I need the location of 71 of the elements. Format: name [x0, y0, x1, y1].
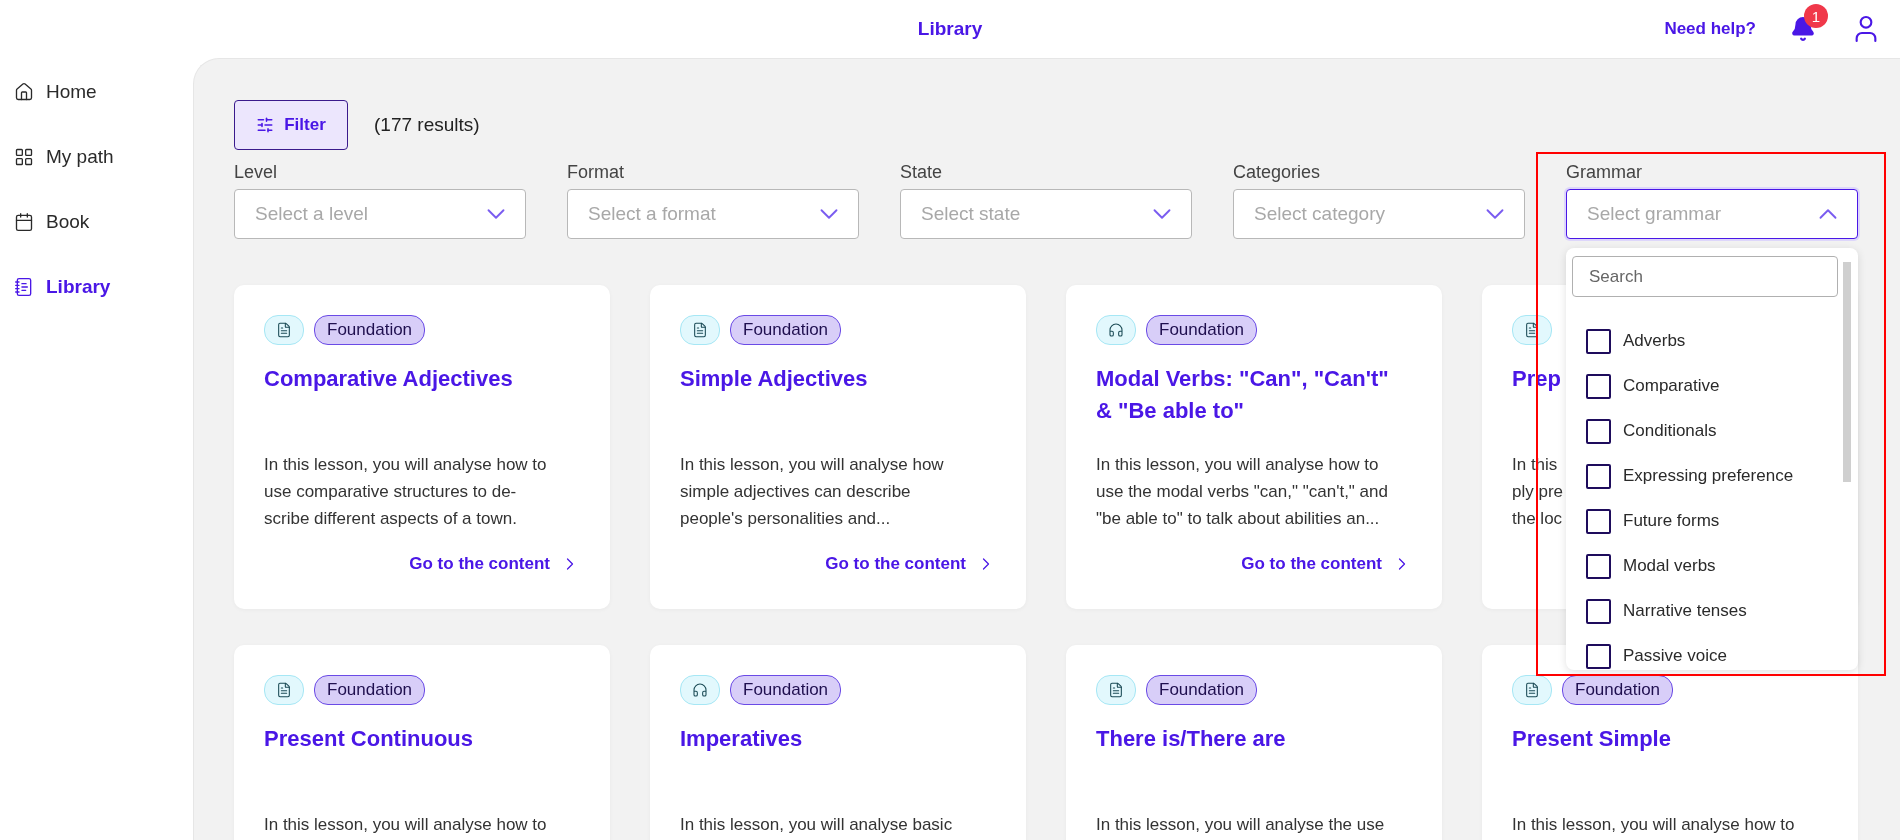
option-item[interactable]: Expressing preference: [1586, 462, 1842, 490]
lesson-title: Imperatives: [680, 725, 803, 753]
scrollbar-thumb[interactable]: [1843, 262, 1851, 482]
document-icon: [1512, 315, 1552, 345]
level-tag: Foundation: [1562, 675, 1674, 705]
level-tag: Foundation: [1146, 315, 1258, 345]
lesson-description: In this lesson, you will analyse the use: [1096, 814, 1385, 836]
option-item[interactable]: Adverbs: [1586, 327, 1842, 355]
filter-label: Level: [234, 162, 279, 183]
checkbox[interactable]: [1586, 553, 1611, 579]
option-item[interactable]: Narrative tenses: [1586, 597, 1842, 625]
lesson-title: Modal Verbs: "Can", "Can't" & "Be able to": [1096, 365, 1390, 425]
filter-label: Grammar: [1566, 162, 1643, 183]
page-title: Library: [917, 18, 983, 40]
lesson-title: Comparative Adjectives: [264, 365, 513, 393]
lesson-title: Present Continuous: [264, 725, 473, 753]
help-link[interactable]: Need help?: [1664, 19, 1756, 39]
content-link[interactable]: Go to the content: [825, 554, 996, 574]
level-tag: Foundation: [1146, 675, 1258, 705]
level-tag: Foundation: [314, 675, 426, 705]
lesson-description: In this lesson, you will analyse how to use the modal verbs "can," "can't," and "be able to" to talk about abilities an...: [1096, 454, 1388, 530]
lesson-description: In this lesson, you will analyse how to: [264, 814, 547, 836]
headphones-icon: [680, 675, 720, 705]
option-item[interactable]: Conditionals: [1586, 417, 1842, 445]
notification-badge: 1: [1804, 4, 1828, 28]
result-count: (177 results): [374, 114, 480, 136]
lesson-card[interactable]: Foundation Present Continuous In this lesson, you will analyse how to: [234, 645, 610, 840]
lesson-description: In this lesson, you will analyse basic: [680, 814, 953, 836]
document-icon: [264, 675, 304, 705]
sidebar-item[interactable]: Library: [14, 273, 193, 301]
checkbox[interactable]: [1586, 643, 1611, 669]
content-link[interactable]: Go to the content: [409, 554, 580, 574]
document-icon: [1096, 675, 1136, 705]
lesson-description: In this lesson, you will analyse how to use comparative structures to de- scribe different aspects of a town.: [264, 454, 547, 530]
document-icon: [1512, 675, 1552, 705]
lesson-card[interactable]: Foundation There is/There are In this lesson, you will analyse the use: [1066, 645, 1442, 840]
level-tag: Foundation: [730, 315, 842, 345]
lesson-title: Present Simple: [1512, 725, 1671, 753]
lesson-card[interactable]: Foundation Simple Adjectives In this lesson, you will analyse how simple adjectives can describe people's personalities and... Go to the content: [650, 285, 1026, 609]
checkbox[interactable]: [1586, 418, 1611, 444]
option-item[interactable]: Comparative: [1586, 372, 1842, 400]
option-item[interactable]: Future forms: [1586, 507, 1842, 535]
level-tag: Foundation: [314, 315, 426, 345]
option-item[interactable]: Modal verbs: [1586, 552, 1842, 580]
sidebar-item[interactable]: Home: [14, 78, 193, 106]
lesson-title: There is/There are: [1096, 725, 1286, 753]
lesson-card[interactable]: Foundation Modal Verbs: "Can", "Can't" & "Be able to" In this lesson, you will analyse how to use the modal verbs "can," "can't," and "be able to" to talk about abilities an... Go to the content: [1066, 285, 1442, 609]
checkbox[interactable]: [1586, 463, 1611, 489]
headphones-icon: [1096, 315, 1136, 345]
document-icon: [264, 315, 304, 345]
checkbox[interactable]: [1586, 508, 1611, 534]
content-link[interactable]: Go to the content: [1241, 554, 1412, 574]
checkbox[interactable]: [1586, 328, 1611, 354]
sidebar-item[interactable]: Book: [14, 208, 193, 236]
document-icon: [680, 315, 720, 345]
filter-label: Categories: [1233, 162, 1322, 183]
checkbox[interactable]: [1586, 373, 1611, 399]
filter-button[interactable]: Filter: [234, 100, 348, 150]
level-tag: Foundation: [730, 675, 842, 705]
filter-label: State: [900, 162, 944, 183]
lesson-card[interactable]: Foundation Imperatives In this lesson, you will analyse basic: [650, 645, 1026, 840]
sidebar-item[interactable]: My path: [14, 143, 193, 171]
lesson-title: Simple Adjectives: [680, 365, 868, 393]
search-field[interactable]: Search: [1572, 256, 1838, 297]
lesson-description: In this lesson, you will analyse how simple adjectives can describe people's personalities and...: [680, 454, 944, 530]
sliders-icon: [256, 116, 275, 134]
filter-label: Format: [567, 162, 625, 183]
lesson-card[interactable]: Foundation Comparative Adjectives In this lesson, you will analyse how to use comparative structures to de- scribe different aspects of a town. Go to the content: [234, 285, 610, 609]
checkbox[interactable]: [1586, 598, 1611, 624]
lesson-description: In this lesson, you will analyse how to: [1512, 814, 1795, 836]
option-item[interactable]: Passive voice: [1586, 642, 1842, 670]
